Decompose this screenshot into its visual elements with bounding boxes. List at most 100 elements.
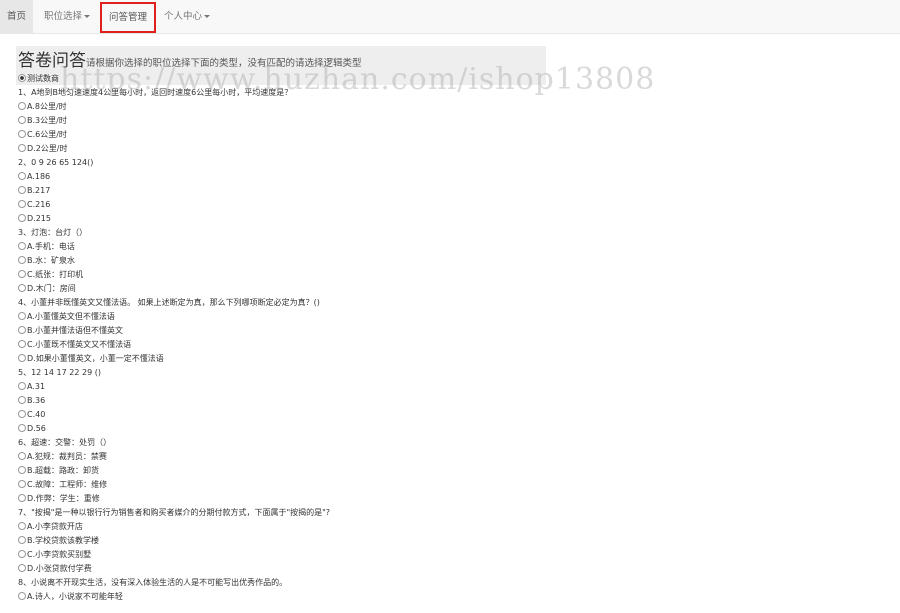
answer-option[interactable]: A.小董懂英文但不懂法语: [18, 310, 115, 323]
answer-option[interactable]: B.学校贷款该教学楼: [18, 534, 99, 547]
page-subtitle: 请根据你选择的职位选择下面的类型，没有匹配的请选择逻辑类型: [86, 58, 362, 69]
answer-option-label: A.8公里/时: [27, 102, 67, 111]
radio-checked-icon[interactable]: [18, 74, 26, 82]
nav-qa-manage[interactable]: 问答管理: [100, 2, 157, 33]
radio-icon[interactable]: [18, 200, 26, 208]
answer-option-label: C.小李贷款买别墅: [27, 550, 92, 559]
question-text: 8、小说离不开现实生活，没有深入体验生活的人是不可能写出优秀作品的。: [18, 578, 288, 587]
radio-icon[interactable]: [18, 144, 26, 152]
answer-option-label: B.超载：路政：卸货: [27, 466, 100, 475]
radio-icon[interactable]: [18, 592, 26, 600]
radio-icon[interactable]: [18, 256, 26, 264]
answer-option[interactable]: B.36: [18, 394, 45, 407]
answer-option-label: A.186: [27, 172, 51, 181]
answer-option-label: B.学校贷款该教学楼: [27, 536, 100, 545]
category-label: 测试数商: [27, 74, 59, 83]
answer-option[interactable]: A.犯规：裁判员：禁赛: [18, 450, 107, 463]
answer-option[interactable]: C.216: [18, 198, 50, 211]
answer-option-label: A.小李贷款开店: [27, 522, 83, 531]
question-text: 3、灯泡：台灯（）: [18, 228, 88, 237]
category-radio-row[interactable]: 测试数商: [18, 72, 59, 85]
answer-option[interactable]: B.217: [18, 184, 50, 197]
question-text: 2、0 9 26 65 124(): [18, 158, 94, 167]
answer-option-label: A.手机：电话: [27, 242, 75, 251]
answer-option[interactable]: C.小李贷款买别墅: [18, 548, 91, 561]
nav-position-select[interactable]: 职位选择: [37, 0, 97, 34]
answer-option[interactable]: D.215: [18, 212, 51, 225]
answer-option[interactable]: D.2公里/时: [18, 142, 68, 155]
radio-icon[interactable]: [18, 466, 26, 474]
radio-icon[interactable]: [18, 326, 26, 334]
radio-icon[interactable]: [18, 424, 26, 432]
answer-option[interactable]: B.小董并懂法语但不懂英文: [18, 324, 123, 337]
answer-option[interactable]: D.小张贷款付学费: [18, 562, 92, 575]
nav-position-select-label: 职位选择: [44, 11, 83, 22]
radio-icon[interactable]: [18, 116, 26, 124]
radio-icon[interactable]: [18, 382, 26, 390]
radio-icon[interactable]: [18, 130, 26, 138]
answer-option-label: C.40: [27, 410, 46, 419]
answer-option[interactable]: D.木门：房间: [18, 282, 76, 295]
radio-icon[interactable]: [18, 396, 26, 404]
radio-icon[interactable]: [18, 564, 26, 572]
radio-icon[interactable]: [18, 214, 26, 222]
radio-icon[interactable]: [18, 494, 26, 502]
chevron-down-icon: [84, 15, 91, 18]
answer-option[interactable]: A.31: [18, 380, 45, 393]
radio-icon[interactable]: [18, 172, 26, 180]
nav-personal-center[interactable]: 个人中心: [157, 0, 217, 34]
radio-icon[interactable]: [18, 270, 26, 278]
radio-icon[interactable]: [18, 186, 26, 194]
answer-option-label: A.犯规：裁判员：禁赛: [27, 452, 107, 461]
answer-option-label: A.小董懂英文但不懂法语: [27, 312, 115, 321]
answer-option-label: A.31: [27, 382, 46, 391]
radio-icon[interactable]: [18, 340, 26, 348]
answer-option-label: B.小董并懂法语但不懂英文: [27, 326, 124, 335]
answer-option[interactable]: B.超载：路政：卸货: [18, 464, 99, 477]
answer-option-label: D.作弊：学生：重修: [27, 494, 100, 503]
answer-option[interactable]: C.40: [18, 408, 45, 421]
radio-icon[interactable]: [18, 102, 26, 110]
answer-option-label: C.216: [27, 200, 51, 209]
answer-option[interactable]: D.作弊：学生：重修: [18, 492, 100, 505]
question-text: 4、小董并非既懂英文又懂法语。 如果上述断定为真，那么下列哪项断定必定为真？(): [18, 298, 320, 307]
answer-option[interactable]: A.8公里/时: [18, 100, 67, 113]
answer-option[interactable]: C.小董既不懂英文又不懂法语: [18, 338, 131, 351]
answer-option[interactable]: C.纸张：打印机: [18, 268, 83, 281]
nav-home[interactable]: 首页: [0, 0, 34, 34]
radio-icon[interactable]: [18, 410, 26, 418]
answer-option[interactable]: C.6公里/时: [18, 128, 67, 141]
page-title: 答卷问答请根据你选择的职位选择下面的类型，没有匹配的请选择逻辑类型: [18, 46, 362, 71]
question-text: 7、"按揭"是一种以银行行为销售者和购买者媒介的分期付款方式，下面属于"按揭的是…: [18, 508, 331, 517]
answer-option[interactable]: B.3公里/时: [18, 114, 67, 127]
answer-option[interactable]: A.诗人，小说家不可能年轻: [18, 590, 123, 603]
radio-icon[interactable]: [18, 354, 26, 362]
answer-option[interactable]: B.水：矿泉水: [18, 254, 75, 267]
radio-icon[interactable]: [18, 284, 26, 292]
radio-icon[interactable]: [18, 480, 26, 488]
radio-icon[interactable]: [18, 452, 26, 460]
answer-option[interactable]: C.故障：工程师：维修: [18, 478, 107, 491]
answer-option-label: C.6公里/时: [27, 130, 67, 139]
answer-option-label: B.水：矿泉水: [27, 256, 76, 265]
radio-icon[interactable]: [18, 312, 26, 320]
radio-icon[interactable]: [18, 522, 26, 530]
radio-icon[interactable]: [18, 242, 26, 250]
answer-option-label: C.小董既不懂英文又不懂法语: [27, 340, 132, 349]
answer-option-label: D.木门：房间: [27, 284, 76, 293]
answer-option[interactable]: A.小李贷款开店: [18, 520, 83, 533]
chevron-down-icon: [204, 15, 211, 18]
radio-icon[interactable]: [18, 550, 26, 558]
answer-option-label: A.诗人，小说家不可能年轻: [27, 592, 123, 601]
answer-option[interactable]: D.如果小董懂英文，小董一定不懂法语: [18, 352, 164, 365]
answer-option-label: C.故障：工程师：维修: [27, 480, 108, 489]
question-text: 5、12 14 17 22 29 (): [18, 368, 101, 377]
answer-option-label: B.217: [27, 186, 51, 195]
question-text: 1、A地到B地匀速速度4公里每小时，返回时速度6公里每小时，平均速度是？: [18, 88, 293, 97]
answer-option[interactable]: D.56: [18, 422, 46, 435]
radio-icon[interactable]: [18, 536, 26, 544]
answer-option-label: D.56: [27, 424, 46, 433]
answer-option[interactable]: A.186: [18, 170, 50, 183]
answer-option[interactable]: A.手机：电话: [18, 240, 75, 253]
answer-option-label: D.如果小董懂英文，小董一定不懂法语: [27, 354, 164, 363]
